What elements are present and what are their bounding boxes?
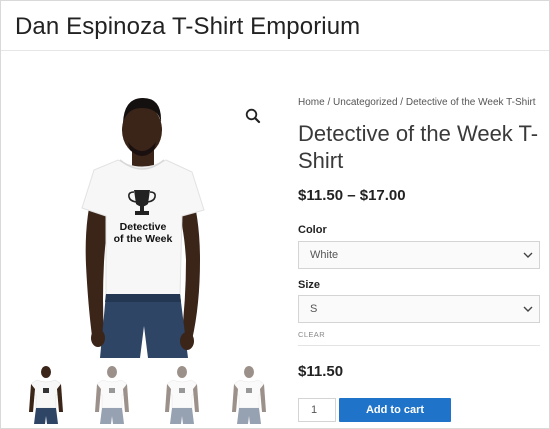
variation-price: $11.50	[298, 363, 344, 380]
site-header: Dan Espinoza T-Shirt Emporium	[1, 1, 549, 51]
zoom-button[interactable]	[244, 107, 262, 125]
model-photo: Detective of the Week	[81, 98, 205, 358]
thumbnail-image	[95, 366, 129, 424]
chevron-down-icon	[523, 252, 533, 258]
quantity-input[interactable]: 1	[298, 398, 336, 422]
divider	[298, 345, 540, 346]
thumbnail-2[interactable]	[90, 364, 140, 424]
clear-variations-link[interactable]: CLEAR	[298, 330, 325, 339]
thumbnail-1[interactable]	[24, 364, 74, 424]
breadcrumb-current: Detective of the Week T-Shirt	[405, 97, 536, 108]
site-title[interactable]: Dan Espinoza T-Shirt Emporium	[15, 13, 360, 41]
color-label: Color	[298, 224, 327, 236]
size-select-value: S	[310, 303, 318, 315]
shirt-print-line1: Detective	[120, 221, 167, 233]
magnifier-icon	[245, 108, 261, 124]
size-label: Size	[298, 279, 321, 291]
color-select[interactable]: White	[298, 241, 540, 269]
product-title: Detective of the Week T-Shirt	[298, 121, 539, 173]
thumbnail-image	[165, 366, 199, 424]
product-main-image[interactable]: Detective of the Week	[20, 90, 270, 358]
thumbnail-3[interactable]	[156, 364, 206, 424]
thumbnail-strip	[20, 364, 272, 424]
thumbnail-4[interactable]	[222, 364, 272, 424]
breadcrumb-home[interactable]: Home	[298, 97, 325, 108]
chevron-down-icon	[523, 306, 533, 312]
price-range: $11.50 – $17.00	[298, 187, 406, 204]
thumbnail-image	[29, 366, 63, 424]
breadcrumb-separator: /	[324, 97, 334, 108]
breadcrumb-category[interactable]: Uncategorized	[333, 97, 397, 108]
size-select[interactable]: S	[298, 295, 540, 323]
shirt-print-line2: of the Week	[114, 233, 173, 245]
thumbnail-image	[232, 366, 266, 424]
breadcrumb: Home / Uncategorized / Detective of the …	[298, 97, 536, 108]
add-to-cart-button[interactable]: Add to cart	[339, 398, 451, 422]
breadcrumb-separator: /	[397, 97, 406, 108]
color-select-value: White	[310, 249, 339, 261]
